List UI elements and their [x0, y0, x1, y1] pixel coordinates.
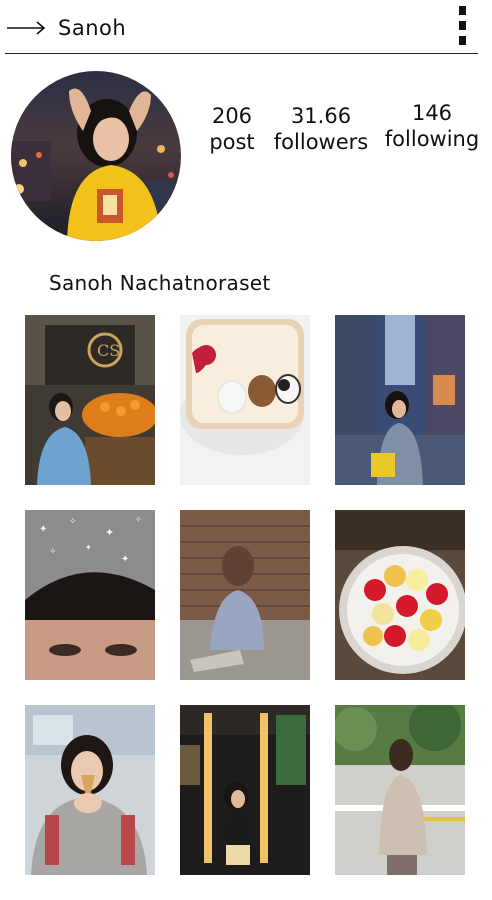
svg-text:✧: ✧	[69, 517, 77, 527]
arrow-right-icon[interactable]	[6, 18, 46, 38]
following-label: following	[384, 127, 480, 151]
grid-photo-7[interactable]	[25, 705, 155, 875]
posts-stat[interactable]: 206 post	[200, 103, 264, 155]
grid-photo-2[interactable]	[180, 315, 310, 485]
followers-stat[interactable]: 31.66 followers	[263, 103, 379, 155]
top-bar: Sanoh	[0, 0, 492, 56]
followers-count: 31.66	[290, 104, 352, 128]
profile-full-name: Sanoh Nachatnoraset	[49, 271, 271, 295]
username-title: Sanoh	[58, 16, 127, 40]
svg-text:✦: ✦	[39, 524, 47, 535]
grid-photo-4[interactable]: ✦ ✧ ✦ ✧ ✧ ✦ ✦	[25, 510, 155, 680]
svg-text:✧: ✧	[135, 515, 142, 524]
posts-count: 206	[211, 104, 253, 128]
following-count: 146	[411, 101, 453, 125]
header-divider	[5, 53, 478, 54]
followers-label: followers	[273, 130, 369, 154]
svg-text:CS: CS	[97, 341, 120, 360]
svg-text:✦: ✦	[85, 543, 92, 552]
grid-photo-6[interactable]	[335, 510, 465, 680]
grid-photo-9[interactable]	[335, 705, 465, 875]
grid-photo-5[interactable]	[180, 510, 310, 680]
grid-photo-1[interactable]: CS	[25, 315, 155, 485]
svg-text:✧: ✧	[49, 547, 57, 557]
svg-text:✦: ✦	[105, 526, 114, 539]
grid-photo-3[interactable]	[335, 315, 465, 485]
more-vertical-icon[interactable]	[455, 6, 471, 46]
svg-text:✦: ✦	[121, 554, 129, 565]
posts-label: post	[209, 130, 255, 154]
following-stat[interactable]: 146 following	[377, 100, 487, 152]
grid-photo-8[interactable]	[180, 705, 310, 875]
profile-avatar[interactable]	[11, 71, 181, 241]
